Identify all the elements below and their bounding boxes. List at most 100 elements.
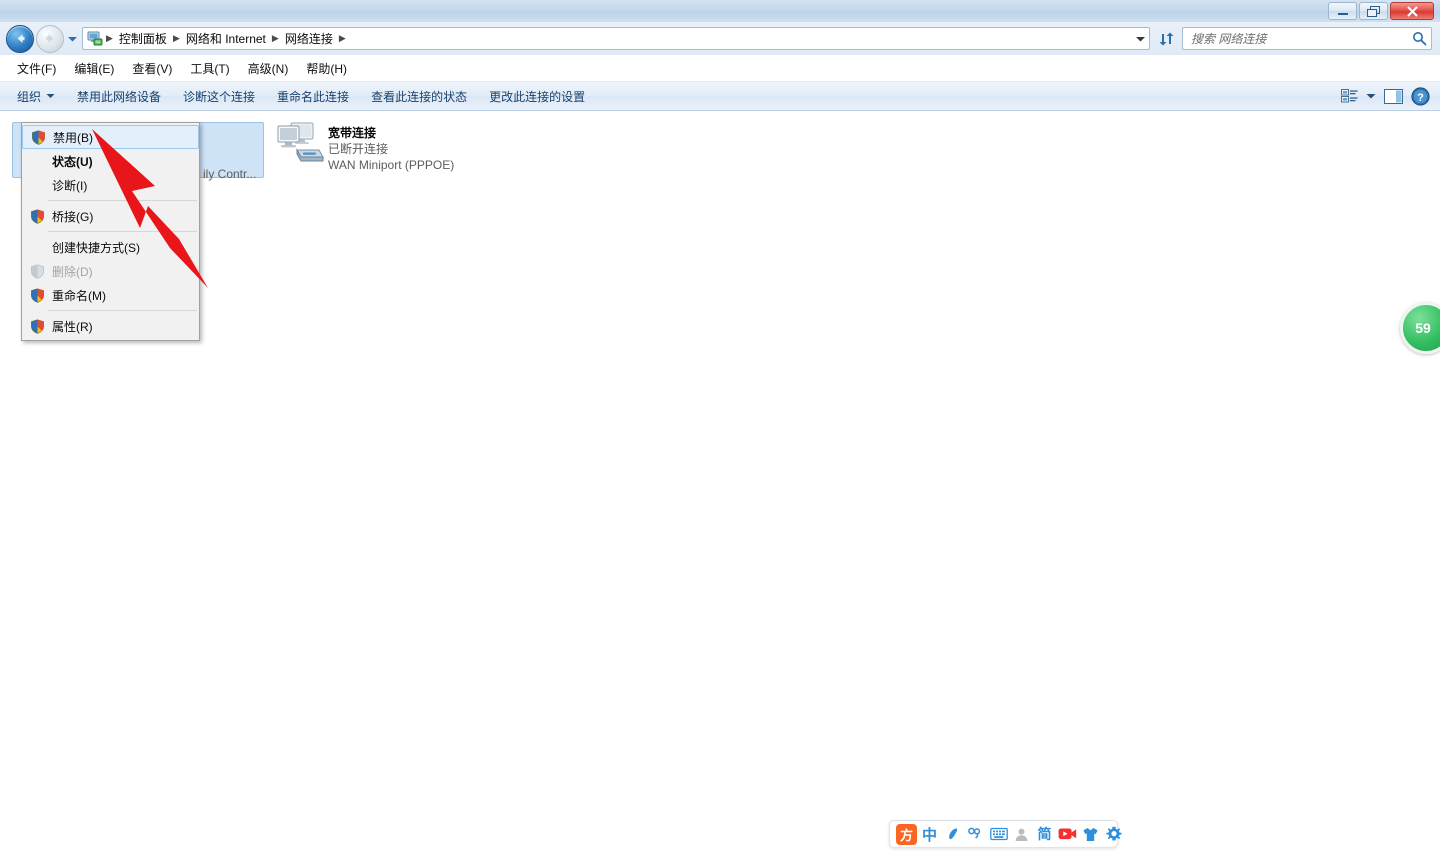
back-button[interactable] xyxy=(6,24,34,53)
refresh-icon xyxy=(1159,32,1173,45)
context-menu-label: 创建快捷方式(S) xyxy=(52,240,140,255)
user-icon[interactable] xyxy=(1011,823,1032,845)
view-options-icon xyxy=(1341,89,1358,103)
connection-status: 已断开连接 xyxy=(328,142,389,156)
history-dropdown-button[interactable] xyxy=(64,26,80,52)
context-menu-label: 属性(R) xyxy=(52,319,93,334)
search-input[interactable]: 搜索 网络连接 xyxy=(1183,30,1407,47)
context-menu-label: 删除(D) xyxy=(52,264,93,279)
context-menu-separator xyxy=(48,231,197,232)
forward-arrow-icon xyxy=(37,26,63,52)
simplified-icon[interactable]: 简 xyxy=(1034,823,1055,845)
svg-text:?: ? xyxy=(1417,92,1424,104)
address-bar: ▶ 控制面板 ▶ 网络和 Internet ▶ 网络连接 ▶ 搜索 网络连接 xyxy=(0,22,1440,55)
ime-toolbar: 方 中 简 xyxy=(889,820,1122,848)
minimize-button[interactable] xyxy=(1328,2,1357,20)
chinese-mode-icon[interactable]: 中 xyxy=(919,823,940,845)
refresh-button[interactable] xyxy=(1153,26,1179,51)
context-menu-item-diagnose[interactable]: 诊断(I) xyxy=(22,173,199,197)
preview-pane-icon xyxy=(1384,88,1403,104)
preview-pane-button[interactable] xyxy=(1380,85,1407,108)
breadcrumb-separator: ▶ xyxy=(172,33,180,43)
forward-button[interactable] xyxy=(36,24,64,53)
context-menu-label: 重命名(M) xyxy=(52,288,106,303)
punctuation-icon[interactable] xyxy=(965,823,986,845)
menu-view[interactable]: 查看(V) xyxy=(123,56,181,81)
video-icon[interactable] xyxy=(1057,823,1078,845)
status-badge-value: 59 xyxy=(1415,320,1431,336)
context-menu-item-disable[interactable]: 禁用(B) xyxy=(22,125,199,149)
context-menu-separator xyxy=(48,310,197,311)
context-menu-item-rename[interactable]: 重命名(M) xyxy=(22,283,199,307)
help-button[interactable]: ? xyxy=(1407,84,1434,109)
menu-tools[interactable]: 工具(T) xyxy=(181,56,238,81)
context-menu-label: 桥接(G) xyxy=(52,209,94,224)
connection-item-broadband[interactable]: 宽带连接 已断开连接 WAN Miniport (PPPOE) xyxy=(272,120,522,178)
uac-shield-icon xyxy=(26,287,48,303)
simplified-label: 简 xyxy=(1037,826,1052,842)
back-arrow-icon xyxy=(7,26,33,52)
network-connections-icon xyxy=(86,30,104,47)
toolbar-diagnose-button[interactable]: 诊断这个连接 xyxy=(172,83,266,110)
menu-help[interactable]: 帮助(H) xyxy=(297,56,356,81)
menu-file[interactable]: 文件(F) xyxy=(8,56,65,81)
toolbar-disable-device-button[interactable]: 禁用此网络设备 xyxy=(66,83,172,110)
uac-shield-icon xyxy=(26,318,48,334)
toolbar-rename-button[interactable]: 重命名此连接 xyxy=(266,83,360,110)
connection-device: ily Contr... xyxy=(203,167,257,181)
context-menu-item-delete: 删除(D) xyxy=(22,259,199,283)
uac-shield-disabled-icon xyxy=(26,263,48,279)
breadcrumb-separator: ▶ xyxy=(271,33,279,43)
title-bar xyxy=(0,0,1440,23)
address-dropdown-button[interactable] xyxy=(1131,28,1149,49)
view-options-dropdown-button[interactable] xyxy=(1362,90,1380,103)
chevron-down-icon xyxy=(46,94,55,98)
context-menu-body: 禁用(B) 状态(U) 诊断(I) 桥接(G) 创建快捷方式(S) 删除(D) … xyxy=(22,125,199,338)
breadcrumb-bar[interactable]: ▶ 控制面板 ▶ 网络和 Internet ▶ 网络连接 ▶ xyxy=(82,27,1150,50)
menu-bar: 文件(F) 编辑(E) 查看(V) 工具(T) 高级(N) 帮助(H) xyxy=(0,55,1440,82)
context-menu-separator xyxy=(48,200,197,201)
breadcrumb-item-0[interactable]: 控制面板 xyxy=(114,28,172,49)
chinese-mode-label: 中 xyxy=(921,826,937,844)
help-icon: ? xyxy=(1411,86,1430,106)
breadcrumb-separator: ▶ xyxy=(106,33,113,43)
toolbar-change-settings-button[interactable]: 更改此连接的设置 xyxy=(478,83,596,110)
menu-advanced[interactable]: 高级(N) xyxy=(239,56,298,81)
toolbar-organize-label: 组织 xyxy=(17,89,42,104)
window-controls xyxy=(1328,2,1434,20)
chevron-down-icon xyxy=(1366,93,1376,98)
view-options-button[interactable] xyxy=(1337,85,1362,107)
context-menu-label: 状态(U) xyxy=(52,154,93,169)
maximize-button[interactable] xyxy=(1359,2,1388,20)
context-menu-item-status[interactable]: 状态(U) xyxy=(22,149,199,173)
menu-edit[interactable]: 编辑(E) xyxy=(65,56,123,81)
broadband-connection-icon xyxy=(272,120,328,168)
close-button[interactable] xyxy=(1390,2,1434,20)
context-menu-item-properties[interactable]: 属性(R) xyxy=(22,314,199,338)
search-icon[interactable] xyxy=(1407,31,1431,46)
context-menu: 禁用(B) 状态(U) 诊断(I) 桥接(G) 创建快捷方式(S) 删除(D) … xyxy=(21,122,200,341)
uac-shield-icon xyxy=(27,129,49,145)
toolbar-organize-button[interactable]: 组织 xyxy=(6,83,66,110)
breadcrumb-item-1[interactable]: 网络和 Internet xyxy=(181,28,271,49)
window-root: ▶ 控制面板 ▶ 网络和 Internet ▶ 网络连接 ▶ 搜索 网络连接 文… xyxy=(0,0,1440,855)
sogou-logo-glyph: 方 xyxy=(896,823,917,845)
settings-gear-icon[interactable] xyxy=(1103,823,1124,845)
context-menu-item-bridge[interactable]: 桥接(G) xyxy=(22,204,199,228)
connections-list: ily Contr... 宽带连接 已断开连接 WAN Miniport (PP… xyxy=(0,111,1440,855)
context-menu-label: 诊断(I) xyxy=(52,178,88,193)
connection-text: 宽带连接 已断开连接 WAN Miniport (PPPOE) xyxy=(328,120,454,173)
search-box[interactable]: 搜索 网络连接 xyxy=(1182,27,1432,50)
moon-icon[interactable] xyxy=(942,823,963,845)
skin-icon[interactable] xyxy=(1080,823,1101,845)
sogou-logo-icon[interactable]: 方 xyxy=(896,823,917,845)
uac-shield-icon xyxy=(26,208,48,224)
context-menu-item-create-shortcut[interactable]: 创建快捷方式(S) xyxy=(22,235,199,259)
toolbar-view-status-button[interactable]: 查看此连接的状态 xyxy=(360,83,478,110)
context-menu-label: 禁用(B) xyxy=(53,130,93,145)
connection-device: WAN Miniport (PPPOE) xyxy=(328,158,455,172)
connection-name: 宽带连接 xyxy=(328,126,377,140)
keyboard-icon[interactable] xyxy=(988,823,1009,845)
breadcrumb-separator: ▶ xyxy=(338,33,346,43)
breadcrumb-item-2[interactable]: 网络连接 xyxy=(280,28,338,49)
